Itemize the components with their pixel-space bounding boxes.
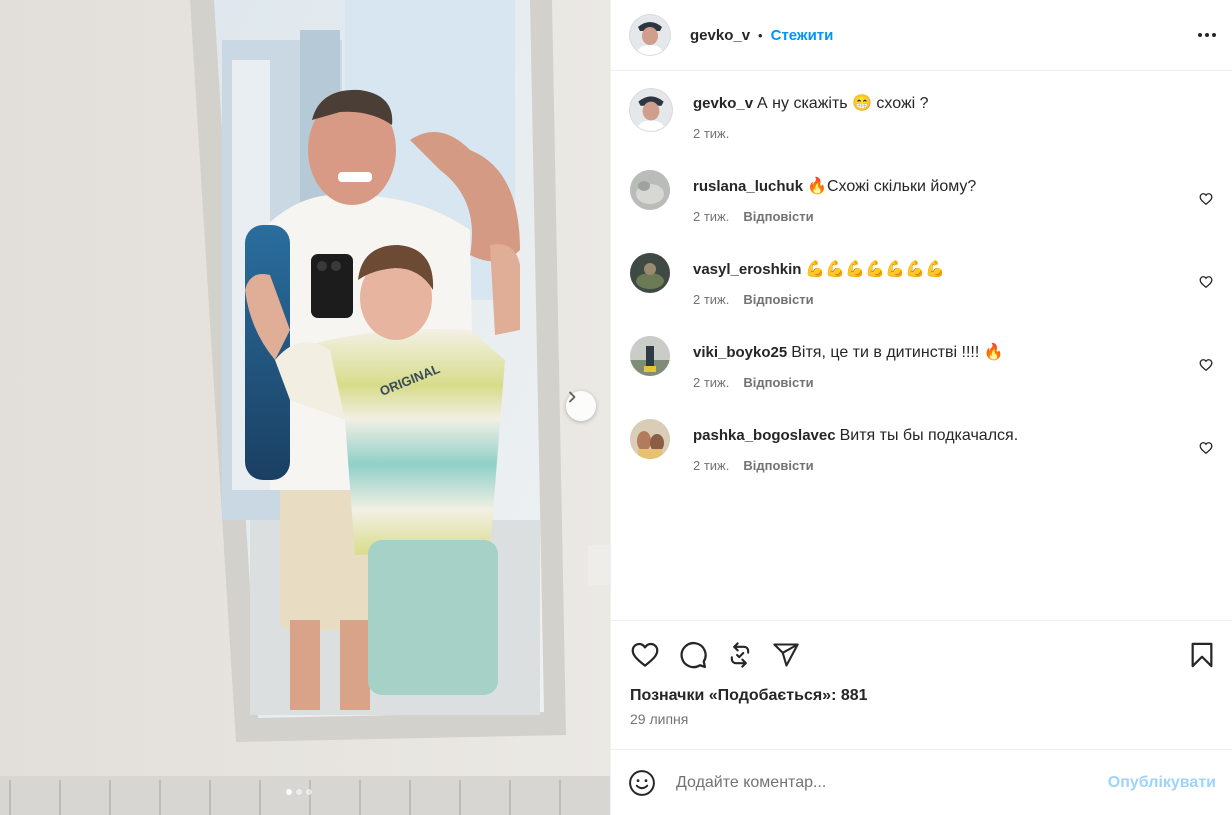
repost-icon [730,642,750,668]
comments-list: gevko_v А ну скажіть 😁 схожі ? 2 тиж. ru… [611,72,1232,620]
caption-time: 2 тиж. [693,126,730,141]
emoji-icon [629,769,655,796]
carousel-dot [296,789,302,795]
post-actions: Позначки «Подобається»: 881 29 липня [611,620,1232,727]
publish-button[interactable]: Опублікувати [1108,774,1216,792]
author-avatar[interactable] [630,15,670,55]
heart-icon [1199,193,1213,206]
caption-meta: 2 тиж. [693,124,1218,144]
heart-icon [1199,276,1213,289]
avatar-image [630,89,672,131]
like-comment-button[interactable] [1199,275,1213,293]
chevron-right-icon [569,391,576,403]
comment-text: 🔥Схожі скільки йому? [807,178,977,195]
comment-row: pashka_bogoslavec Витя ты бы подкачался. … [630,418,1218,501]
comment-username[interactable]: viki_boyko25 [693,344,787,361]
more-icon-dot [1198,33,1202,37]
comment-username[interactable]: pashka_bogoslavec [693,427,836,444]
comment-text: 💪💪💪💪💪💪💪 [805,261,945,278]
carousel-indicator [286,789,312,795]
comment-body: vasyl_eroshkin 💪💪💪💪💪💪💪 2 тиж. Відповісти [693,252,1218,335]
comment-button[interactable] [678,640,708,670]
photo-illustration: ORIGINAL [0,0,610,815]
author-avatar[interactable] [630,89,672,131]
avatar-image [630,336,670,376]
post-date[interactable]: 29 липня [630,711,1216,727]
comment-meta: 2 тиж. Відповісти [693,207,1218,227]
bookmark-icon [1191,642,1213,668]
caption-text: А ну скажіть 😁 схожі ? [757,95,929,112]
comment-composer: Опублікувати [611,749,1232,815]
comment-body: pashka_bogoslavec Витя ты бы подкачался. … [693,418,1218,501]
comment-username[interactable]: vasyl_eroshkin [693,261,801,278]
comment-meta: 2 тиж. Відповісти [693,290,1218,310]
action-icons [630,639,1216,671]
comment-meta: 2 тиж. Відповісти [693,373,1218,393]
more-icon-dot [1205,33,1209,37]
likes-count[interactable]: Позначки «Подобається»: 881 [630,687,1216,705]
commenter-avatar[interactable] [630,419,670,459]
share-icon [773,643,799,667]
comment-time: 2 тиж. [693,375,730,390]
comment-icon [680,641,707,669]
commenter-avatar[interactable] [630,253,670,293]
post-photo[interactable]: ORIGINAL [0,0,610,815]
caption-username[interactable]: gevko_v [693,95,753,112]
more-options-button[interactable] [1198,25,1216,45]
commenter-avatar[interactable] [630,336,670,376]
comment-time: 2 тиж. [693,292,730,307]
comment-time: 2 тиж. [693,458,730,473]
save-button[interactable] [1188,641,1216,669]
like-comment-button[interactable] [1199,441,1213,459]
reply-button[interactable]: Відповісти [743,373,813,393]
comment-row: viki_boyko25 Вітя, це ти в дитинстві !!!!… [630,335,1218,418]
comment-row: vasyl_eroshkin 💪💪💪💪💪💪💪 2 тиж. Відповісти [630,252,1218,335]
carousel-dot [286,789,292,795]
comment-body: viki_boyko25 Вітя, це ти в дитинстві !!!!… [693,335,1218,418]
like-button[interactable] [630,640,660,670]
author-username[interactable]: gevko_v [690,27,750,44]
reply-button[interactable]: Відповісти [743,290,813,310]
avatar-image [630,419,670,459]
like-comment-button[interactable] [1199,192,1213,210]
comment-username[interactable]: ruslana_luchuk [693,178,803,195]
reply-button[interactable]: Відповісти [743,456,813,476]
repost-button[interactable] [726,641,754,669]
caption-body: gevko_v А ну скажіть 😁 схожі ? 2 тиж. [693,86,1218,169]
avatar-image [630,15,670,55]
post-side-panel: gevko_v • Стежити gevko_v А ну скажіть 😁… [610,0,1232,815]
heart-icon [1199,442,1213,455]
post-modal: ORIGINAL gevko_v • Стежити gevko_v А ну … [0,0,1232,815]
comment-input[interactable] [676,773,1108,792]
comment-body: ruslana_luchuk 🔥Схожі скільки йому? 2 тиж… [693,169,1218,252]
comment-text: Вітя, це ти в дитинстві !!!! 🔥 [791,344,1004,361]
carousel-dot [306,789,312,795]
heart-icon [631,642,659,667]
separator-dot: • [758,27,763,43]
heart-icon [1199,359,1213,372]
emoji-button[interactable] [628,769,656,797]
more-icon-dot [1212,33,1216,37]
avatar-image [630,170,670,210]
follow-button[interactable]: Стежити [771,27,834,44]
reply-button[interactable]: Відповісти [743,207,813,227]
next-photo-button[interactable] [566,391,596,421]
comment-meta: 2 тиж. Відповісти [693,456,1218,476]
commenter-avatar[interactable] [630,170,670,210]
comment-text: Витя ты бы подкачался. [839,427,1019,444]
caption-row: gevko_v А ну скажіть 😁 схожі ? 2 тиж. [630,86,1218,169]
like-comment-button[interactable] [1199,358,1213,376]
avatar-image [630,253,670,293]
post-header: gevko_v • Стежити [611,0,1232,71]
comment-row: ruslana_luchuk 🔥Схожі скільки йому? 2 тиж… [630,169,1218,252]
share-button[interactable] [772,641,800,669]
comment-time: 2 тиж. [693,209,730,224]
